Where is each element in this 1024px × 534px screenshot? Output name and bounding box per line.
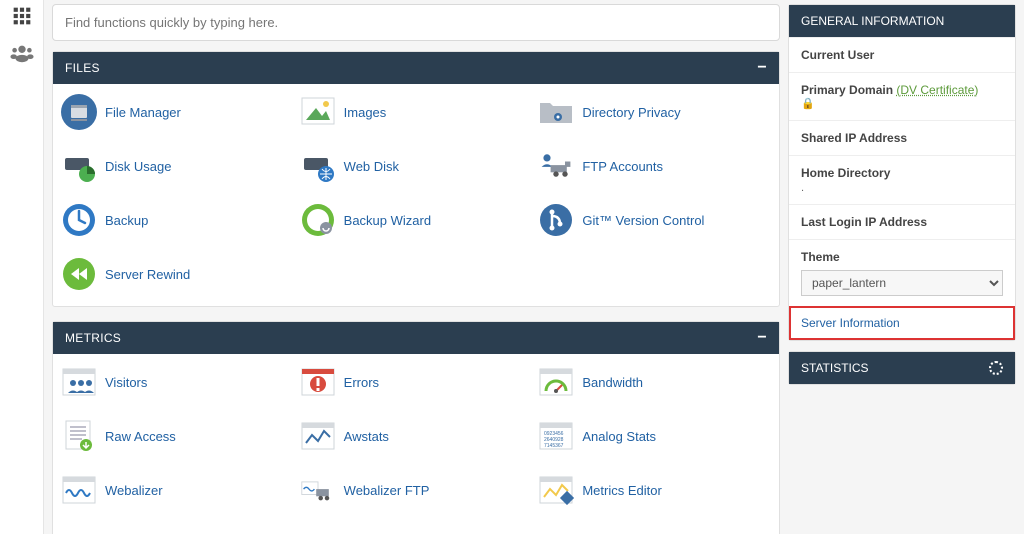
tool-webalizer-ftp[interactable]: Webalizer FTP <box>300 472 533 508</box>
tool-backup-wizard[interactable]: Backup Wizard <box>300 202 533 238</box>
tool-awstats[interactable]: Awstats <box>300 418 533 454</box>
tool-server-rewind[interactable]: Server Rewind <box>61 256 294 292</box>
files-panel-header[interactable]: FILES − <box>53 52 779 84</box>
tool-label: Metrics Editor <box>582 483 661 498</box>
files-panel-title: FILES <box>65 61 100 75</box>
server-information-link-row: Server Information <box>789 306 1015 340</box>
statistics-header[interactable]: STATISTICS <box>789 352 1015 384</box>
directory-privacy-icon <box>538 94 574 130</box>
tool-bandwidth[interactable]: Bandwidth <box>538 364 771 400</box>
statistics-panel: STATISTICS <box>788 351 1016 385</box>
tool-resource-usage[interactable]: Resource Usage <box>61 526 294 534</box>
tool-label: Raw Access <box>105 429 176 444</box>
file-manager-icon <box>61 94 97 130</box>
general-information-header: GENERAL INFORMATION <box>789 5 1015 37</box>
tool-label: Awstats <box>344 429 389 444</box>
current-user-row: Current User <box>789 37 1015 72</box>
shared-ip-label: Shared IP Address <box>801 131 1003 145</box>
tool-label: File Manager <box>105 105 181 120</box>
raw-access-icon <box>61 418 97 454</box>
tool-disk-usage[interactable]: Disk Usage <box>61 148 294 184</box>
tool-label: Git™ Version Control <box>582 213 704 228</box>
tool-label: Server Rewind <box>105 267 190 282</box>
tool-file-manager[interactable]: File Manager <box>61 94 294 130</box>
tool-visitors[interactable]: Visitors <box>61 364 294 400</box>
general-information-title: GENERAL INFORMATION <box>801 14 944 28</box>
lock-icon: 🔒 <box>801 97 1003 110</box>
theme-label: Theme <box>801 250 1003 264</box>
awstats-icon <box>300 418 336 454</box>
files-panel: FILES − File Manager Images <box>52 51 780 307</box>
tool-label: Backup <box>105 213 148 228</box>
web-disk-icon <box>300 148 336 184</box>
shared-ip-row: Shared IP Address <box>789 120 1015 155</box>
tool-label: Errors <box>344 375 379 390</box>
primary-domain-label: Primary Domain <box>801 83 893 97</box>
loading-spinner-icon <box>989 361 1003 375</box>
current-user-label: Current User <box>801 48 1003 62</box>
tool-label: Disk Usage <box>105 159 171 174</box>
visitors-icon <box>61 364 97 400</box>
webalizer-icon <box>61 472 97 508</box>
errors-icon <box>300 364 336 400</box>
apps-grid-icon[interactable] <box>12 6 32 29</box>
git-icon <box>538 202 574 238</box>
metrics-panel: METRICS − Visitors Errors <box>52 321 780 534</box>
ftp-accounts-icon <box>538 148 574 184</box>
metrics-panel-header[interactable]: METRICS − <box>53 322 779 354</box>
collapse-icon[interactable]: − <box>757 333 767 343</box>
tool-label: FTP Accounts <box>582 159 663 174</box>
users-icon[interactable] <box>10 43 34 66</box>
home-directory-value: . <box>801 182 1003 194</box>
theme-row: Theme paper_lantern <box>789 239 1015 306</box>
webalizer-ftp-icon <box>300 472 336 508</box>
tool-label: Bandwidth <box>582 375 643 390</box>
tool-analog-stats[interactable]: 092345626409287145367 Analog Stats <box>538 418 771 454</box>
tool-directory-privacy[interactable]: Directory Privacy <box>538 94 771 130</box>
collapse-icon[interactable]: − <box>757 63 767 73</box>
analog-stats-icon: 092345626409287145367 <box>538 418 574 454</box>
resource-usage-icon <box>61 526 97 534</box>
disk-usage-icon <box>61 148 97 184</box>
statistics-title: STATISTICS <box>801 361 869 375</box>
metrics-panel-title: METRICS <box>65 331 121 345</box>
images-icon <box>300 94 336 130</box>
backup-wizard-icon <box>300 202 336 238</box>
tool-backup[interactable]: Backup <box>61 202 294 238</box>
last-login-row: Last Login IP Address <box>789 204 1015 239</box>
left-nav <box>0 0 44 534</box>
backup-icon <box>61 202 97 238</box>
server-rewind-icon <box>61 256 97 292</box>
tool-metrics-editor[interactable]: Metrics Editor <box>538 472 771 508</box>
tool-git[interactable]: Git™ Version Control <box>538 202 771 238</box>
general-information-panel: GENERAL INFORMATION Current User Primary… <box>788 4 1016 341</box>
home-directory-row: Home Directory . <box>789 155 1015 204</box>
theme-select[interactable]: paper_lantern <box>801 270 1003 296</box>
primary-domain-row: Primary Domain (DV Certificate) 🔒 <box>789 72 1015 120</box>
tool-raw-access[interactable]: Raw Access <box>61 418 294 454</box>
last-login-label: Last Login IP Address <box>801 215 1003 229</box>
tool-ftp-accounts[interactable]: FTP Accounts <box>538 148 771 184</box>
search-input[interactable] <box>52 4 780 41</box>
tool-images[interactable]: Images <box>300 94 533 130</box>
tool-label: Directory Privacy <box>582 105 680 120</box>
tool-web-disk[interactable]: Web Disk <box>300 148 533 184</box>
dv-certificate-link[interactable]: (DV Certificate) <box>896 83 978 97</box>
tool-label: Images <box>344 105 387 120</box>
tool-label: Backup Wizard <box>344 213 431 228</box>
bandwidth-icon <box>538 364 574 400</box>
tool-label: Analog Stats <box>582 429 656 444</box>
tool-errors[interactable]: Errors <box>300 364 533 400</box>
svg-text:7145367: 7145367 <box>544 443 564 449</box>
main-content: FILES − File Manager Images <box>44 0 788 534</box>
tool-label: Visitors <box>105 375 147 390</box>
tool-label: Web Disk <box>344 159 399 174</box>
right-sidebar: GENERAL INFORMATION Current User Primary… <box>788 0 1024 534</box>
metrics-editor-icon <box>538 472 574 508</box>
tool-label: Webalizer FTP <box>344 483 430 498</box>
tool-label: Webalizer <box>105 483 163 498</box>
server-information-link[interactable]: Server Information <box>801 316 900 330</box>
tool-webalizer[interactable]: Webalizer <box>61 472 294 508</box>
home-directory-label: Home Directory <box>801 166 1003 180</box>
